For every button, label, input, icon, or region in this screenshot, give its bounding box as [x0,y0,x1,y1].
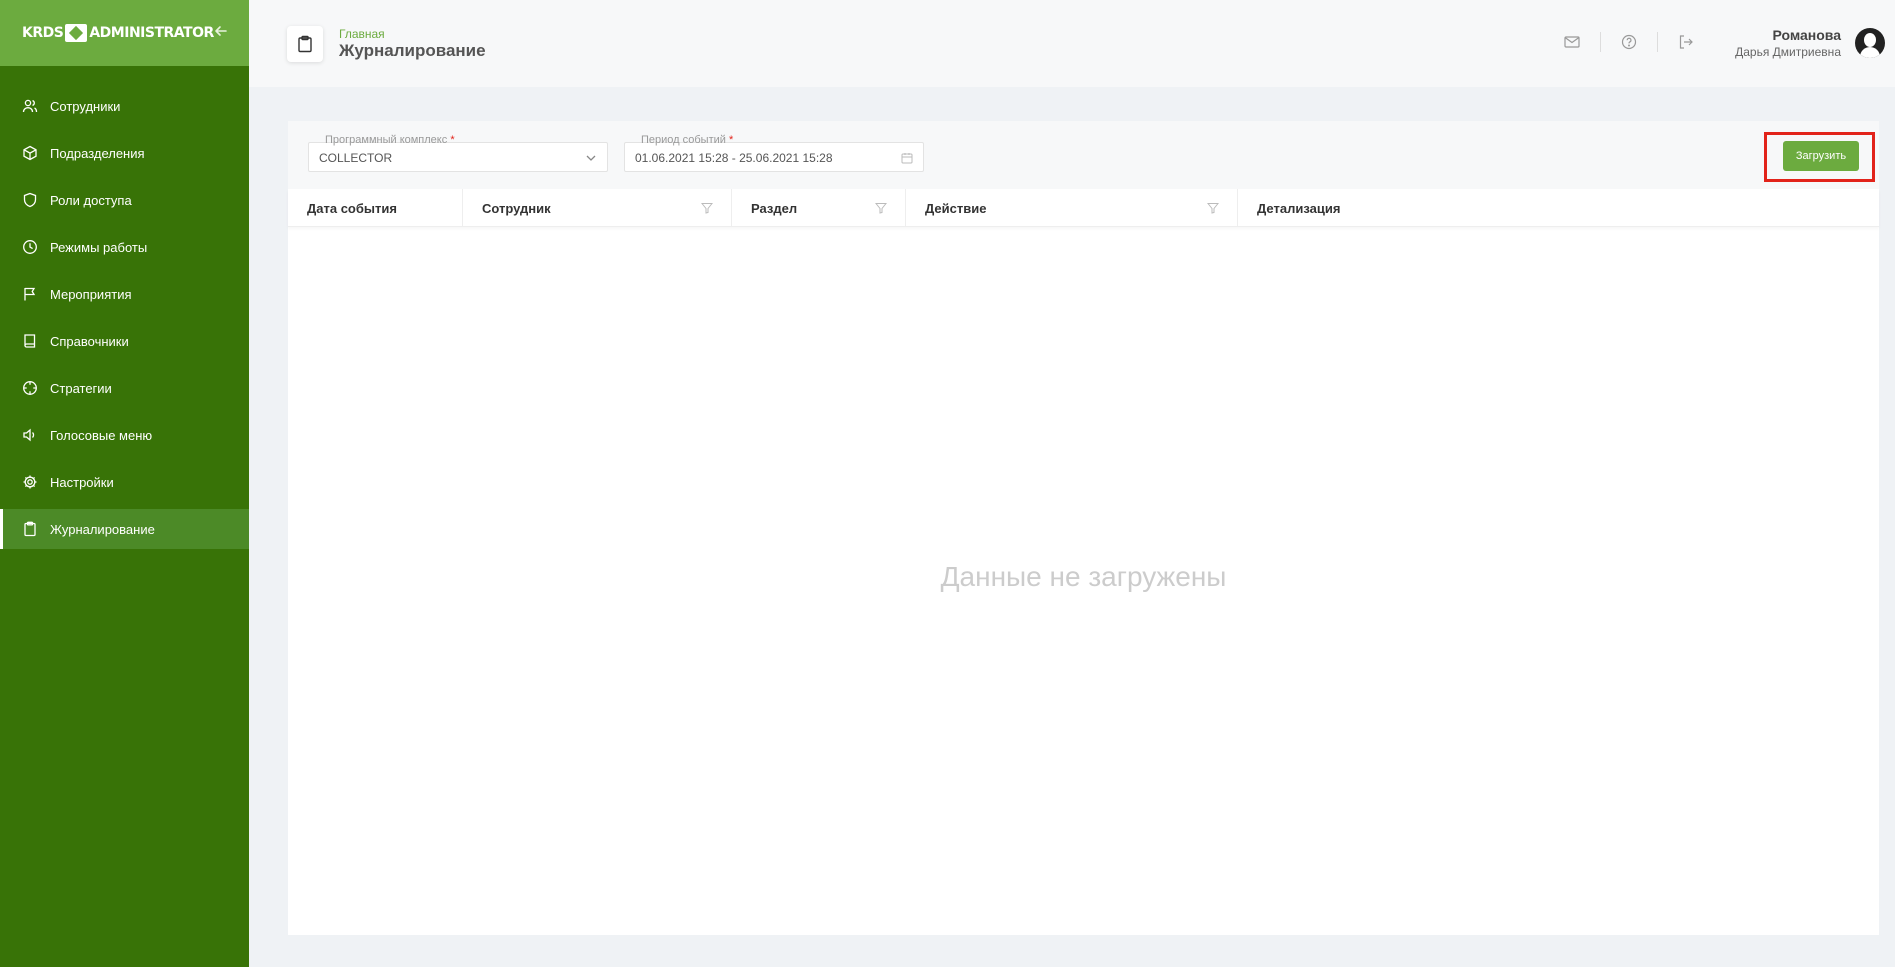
sidebar-item-work-modes[interactable]: Режимы работы [0,227,249,267]
column-label: Детализация [1257,200,1341,216]
header: Главная Журналирование Романова Дарья Дм… [249,0,1895,87]
header-actions [1563,32,1695,52]
software-complex-label: Программный комплекс * [325,134,455,146]
sidebar-item-strategies[interactable]: Стратегии [0,368,249,408]
users-icon [22,98,38,114]
header-separator [1600,32,1601,52]
column-employee[interactable]: Сотрудник [463,189,732,227]
column-event-date[interactable]: Дата события [288,189,463,227]
logo-bar: KRDS ADMINISTRATOR [0,0,249,66]
filters-bar: Программный комплекс * COLLECTOR Период … [288,121,1879,189]
sidebar-item-label: Мероприятия [50,286,132,302]
flag-icon [22,286,38,302]
clock-icon [22,239,38,255]
filter-icon[interactable] [874,202,888,214]
event-period-field[interactable]: Период событий * 01.06.2021 15:28 - 25.0… [624,134,924,172]
sidebar-item-roles[interactable]: Роли доступа [0,180,249,220]
column-label: Раздел [751,200,798,216]
column-section[interactable]: Раздел [732,189,906,227]
sidebar-item-label: Стратегии [50,380,112,396]
column-action[interactable]: Действие [906,189,1238,227]
crosshair-icon [22,380,38,396]
sidebar-item-label: Режимы работы [50,239,148,255]
logo: KRDS ADMINISTRATOR [22,24,214,42]
logo-text-right: ADMINISTRATOR [89,25,214,41]
avatar[interactable] [1855,28,1885,58]
book-icon [22,333,38,349]
column-details[interactable]: Детализация [1238,189,1879,227]
sidebar-item-label: Настройки [50,474,114,490]
page-title: Журналирование [339,41,486,60]
sidebar: KRDS ADMINISTRATOR Сотрудники Подразделе… [0,0,249,967]
logo-cube-icon [65,24,88,42]
sidebar-item-departments[interactable]: Подразделения [0,133,249,173]
calendar-icon [901,151,913,164]
gear-icon [22,474,38,490]
event-period-label: Период событий * [641,134,734,146]
filter-icon[interactable] [1206,202,1220,214]
sidebar-item-dictionaries[interactable]: Справочники [0,321,249,361]
load-button[interactable]: Загрузить [1783,141,1859,171]
sidebar-nav: Сотрудники Подразделения Роли доступа Ре… [0,86,249,549]
software-complex-value: COLLECTOR [319,151,393,165]
sidebar-item-label: Справочники [50,333,129,349]
filter-icon[interactable] [700,202,714,214]
breadcrumb-home[interactable]: Главная [339,27,385,41]
logout-icon[interactable] [1677,33,1695,51]
sidebar-item-label: Подразделения [50,145,145,161]
sidebar-item-label: Журналирование [50,521,155,537]
speaker-icon [22,427,38,443]
sidebar-item-settings[interactable]: Настройки [0,462,249,502]
user-first-name: Дарья Дмитриевна [1735,45,1841,59]
sidebar-item-events[interactable]: Мероприятия [0,274,249,314]
sidebar-item-label: Роли доступа [50,192,132,208]
collapse-sidebar-arrow-icon[interactable] [214,24,228,43]
sidebar-item-employees[interactable]: Сотрудники [0,86,249,126]
software-complex-select[interactable]: Программный комплекс * COLLECTOR [308,134,608,172]
column-label: Действие [925,200,987,216]
header-separator [1657,32,1658,52]
logging-panel: Программный комплекс * COLLECTOR Период … [288,121,1879,935]
help-icon[interactable] [1620,33,1638,51]
sidebar-item-label: Голосовые меню [50,427,153,443]
empty-state-message: Данные не загружены [940,561,1227,592]
page-clipboard-icon [287,26,323,62]
mail-icon[interactable] [1563,33,1581,51]
sidebar-item-label: Сотрудники [50,98,121,114]
user-info[interactable]: Романова Дарья Дмитриевна [1735,27,1841,59]
sidebar-item-logging[interactable]: Журналирование [0,509,249,549]
sidebar-item-voice-menus[interactable]: Голосовые меню [0,415,249,455]
event-period-value: 01.06.2021 15:28 - 25.06.2021 15:28 [635,151,833,165]
cube-icon [22,145,38,161]
clipboard-icon [22,521,38,537]
shield-icon [22,192,38,208]
column-label: Дата события [307,200,397,216]
chevron-down-icon [585,151,597,163]
user-last-name: Романова [1772,27,1841,43]
table-header: Дата события Сотрудник Раздел Действие Д… [288,189,1879,227]
column-label: Сотрудник [482,200,551,216]
logo-text-left: KRDS [22,25,64,41]
